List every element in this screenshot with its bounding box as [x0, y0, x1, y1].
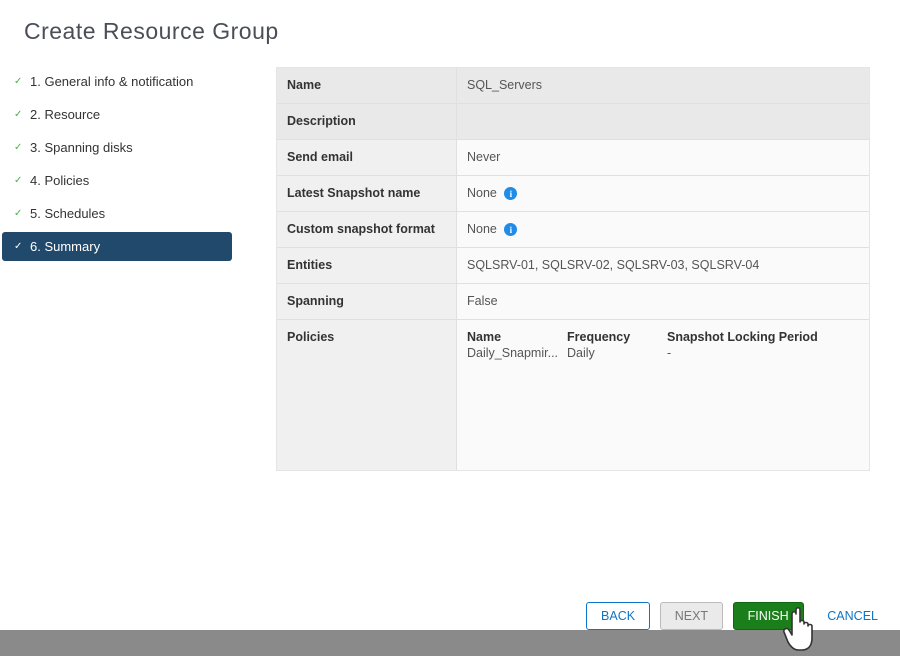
check-icon: ✓: [14, 175, 24, 186]
step-label: 3. Spanning disks: [30, 140, 133, 155]
table-row: Daily_Snapmir... Daily -: [457, 344, 869, 370]
policies-grid: Name Frequency Snapshot Locking Period D…: [457, 320, 869, 470]
label-policies: Policies: [277, 320, 457, 470]
check-icon: ✓: [14, 208, 24, 219]
row-policies: Policies Name Frequency Snapshot Locking…: [277, 320, 869, 470]
step-general-info[interactable]: ✓ 1. General info & notification: [2, 67, 232, 96]
page-title: Create Resource Group: [0, 0, 900, 67]
step-label: 2. Resource: [30, 107, 100, 122]
row-custom-format: Custom snapshot format None i: [277, 212, 869, 248]
check-icon: ✓: [14, 241, 24, 252]
policies-col-frequency: Frequency: [567, 330, 667, 344]
policies-col-lock: Snapshot Locking Period: [667, 330, 859, 344]
wizard-steps-sidebar: ✓ 1. General info & notification ✓ 2. Re…: [2, 67, 232, 471]
policies-col-name: Name: [467, 330, 567, 344]
policy-frequency: Daily: [567, 346, 667, 360]
policies-header-row: Name Frequency Snapshot Locking Period: [457, 320, 869, 344]
step-spanning-disks[interactable]: ✓ 3. Spanning disks: [2, 133, 232, 162]
label-latest-snapshot: Latest Snapshot name: [277, 176, 457, 211]
step-label: 4. Policies: [30, 173, 89, 188]
summary-panel: Name SQL_Servers Description Send email …: [232, 67, 900, 471]
next-button[interactable]: NEXT: [660, 602, 723, 630]
value-send-email: Never: [457, 140, 869, 175]
value-custom-format-text: None: [467, 222, 497, 236]
row-name: Name SQL_Servers: [277, 68, 869, 104]
label-entities: Entities: [277, 248, 457, 283]
info-icon[interactable]: i: [504, 223, 517, 236]
value-latest-snapshot: None i: [457, 176, 869, 211]
value-entities: SQLSRV-01, SQLSRV-02, SQLSRV-03, SQLSRV-…: [457, 248, 869, 283]
value-spanning: False: [457, 284, 869, 319]
bottom-bar: [0, 630, 900, 656]
check-icon: ✓: [14, 76, 24, 87]
back-button[interactable]: BACK: [586, 602, 650, 630]
check-icon: ✓: [14, 142, 24, 153]
step-policies[interactable]: ✓ 4. Policies: [2, 166, 232, 195]
step-label: 5. Schedules: [30, 206, 105, 221]
finish-button[interactable]: FINISH: [733, 602, 804, 630]
wizard-layout: ✓ 1. General info & notification ✓ 2. Re…: [0, 67, 900, 471]
label-description: Description: [277, 104, 457, 139]
row-spanning: Spanning False: [277, 284, 869, 320]
step-resource[interactable]: ✓ 2. Resource: [2, 100, 232, 129]
policy-lock: -: [667, 346, 859, 360]
wizard-footer: BACK NEXT FINISH CANCEL: [0, 602, 900, 630]
row-description: Description: [277, 104, 869, 140]
row-send-email: Send email Never: [277, 140, 869, 176]
label-name: Name: [277, 68, 457, 103]
step-label: 6. Summary: [30, 239, 100, 254]
cancel-button[interactable]: CANCEL: [813, 603, 892, 629]
value-name: SQL_Servers: [457, 68, 869, 103]
label-send-email: Send email: [277, 140, 457, 175]
step-schedules[interactable]: ✓ 5. Schedules: [2, 199, 232, 228]
value-latest-snapshot-text: None: [467, 186, 497, 200]
label-spanning: Spanning: [277, 284, 457, 319]
value-description: [457, 104, 869, 139]
value-custom-format: None i: [457, 212, 869, 247]
info-icon[interactable]: i: [504, 187, 517, 200]
policy-name: Daily_Snapmir...: [467, 346, 567, 360]
row-latest-snapshot: Latest Snapshot name None i: [277, 176, 869, 212]
row-entities: Entities SQLSRV-01, SQLSRV-02, SQLSRV-03…: [277, 248, 869, 284]
summary-table: Name SQL_Servers Description Send email …: [276, 67, 870, 471]
step-label: 1. General info & notification: [30, 74, 193, 89]
step-summary[interactable]: ✓ 6. Summary: [2, 232, 232, 261]
label-custom-format: Custom snapshot format: [277, 212, 457, 247]
check-icon: ✓: [14, 109, 24, 120]
